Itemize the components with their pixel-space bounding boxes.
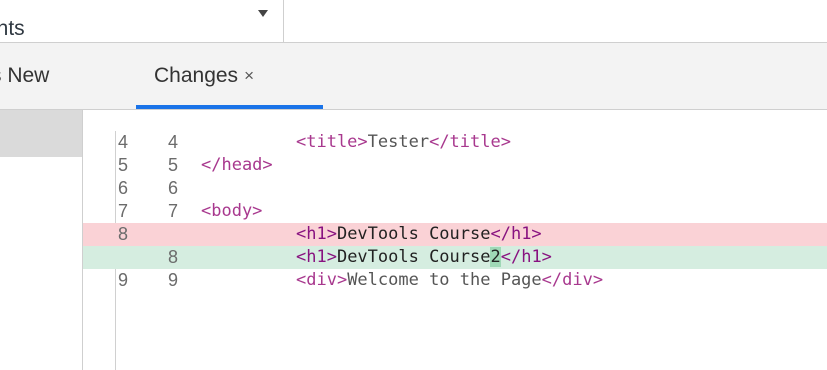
text-content: Tester <box>367 132 430 152</box>
open-tag: <h1> <box>296 247 337 267</box>
new-line-number: 9 <box>167 270 178 290</box>
text-content: DevTools Course <box>336 224 491 244</box>
old-line-number: 8 <box>117 224 128 244</box>
open-tag: </head> <box>201 155 273 175</box>
tab-changes-label: Changes <box>154 64 239 87</box>
diff-row-removed: 8 <h1>DevTools Course</h1> <box>83 223 827 246</box>
new-line-number: 6 <box>167 178 178 198</box>
changed-files-list <box>0 110 83 370</box>
code-line: <title>Tester</title> <box>201 131 511 154</box>
toolbar-divider <box>283 0 284 42</box>
close-tag: </div> <box>541 270 604 290</box>
tab-changes[interactable]: Changes × <box>154 63 254 90</box>
new-line-number: 4 <box>167 132 178 152</box>
tab-whats-new[interactable]: s New <box>0 63 49 89</box>
diff-row: 5 5 </head> <box>83 154 827 177</box>
close-tag: </h1> <box>490 224 542 244</box>
open-tag: <div> <box>296 270 348 290</box>
drawer-tab-bar: s New Changes × <box>0 43 827 109</box>
close-tag: </title> <box>429 132 511 152</box>
code-line: <h1>DevTools Course2</h1> <box>201 246 552 269</box>
open-tag: <body> <box>201 201 263 221</box>
code-line: <div>Welcome to the Page</div> <box>201 269 603 292</box>
diff-row: 4 4 <title>Tester</title> <box>83 131 827 154</box>
new-line-number: 5 <box>167 155 178 175</box>
new-line-number: 8 <box>167 247 178 267</box>
diff-view: 4 4 <title>Tester</title> 5 5 </head> 6 6 7 7 <bod… <box>83 131 827 292</box>
changed-text: 2 <box>490 247 501 267</box>
drawer-toolbar: ints <box>0 0 827 42</box>
diff-row: 9 9 <div>Welcome to the Page</div> <box>83 269 827 292</box>
code-line: <h1>DevTools Course</h1> <box>201 223 542 246</box>
text-content: DevTools Course <box>336 247 491 267</box>
dropdown-label[interactable]: ints <box>0 16 25 42</box>
diff-row: 66 <box>83 177 827 200</box>
old-line-number: 6 <box>117 178 128 198</box>
selected-file-item[interactable] <box>0 110 83 157</box>
diff-row-added: 8 <h1>DevTools Course2</h1> <box>83 246 827 269</box>
code-line: </head> <box>201 154 273 177</box>
old-line-number: 7 <box>117 201 128 221</box>
old-line-number: 4 <box>117 132 128 152</box>
text-content: Welcome to the Page <box>347 270 542 290</box>
open-tag: <h1> <box>296 224 337 244</box>
old-line-number: 9 <box>117 270 128 290</box>
old-line-number: 5 <box>117 155 128 175</box>
close-icon[interactable]: × <box>244 66 254 85</box>
new-line-number: 7 <box>167 201 178 221</box>
code-line: <body> <box>201 200 262 223</box>
diff-row: 7 7 <body> <box>83 200 827 223</box>
close-tag: </h1> <box>500 247 552 267</box>
open-tag: <title> <box>296 132 368 152</box>
tab-bar-border <box>0 109 827 110</box>
chevron-down-icon[interactable] <box>258 10 268 17</box>
